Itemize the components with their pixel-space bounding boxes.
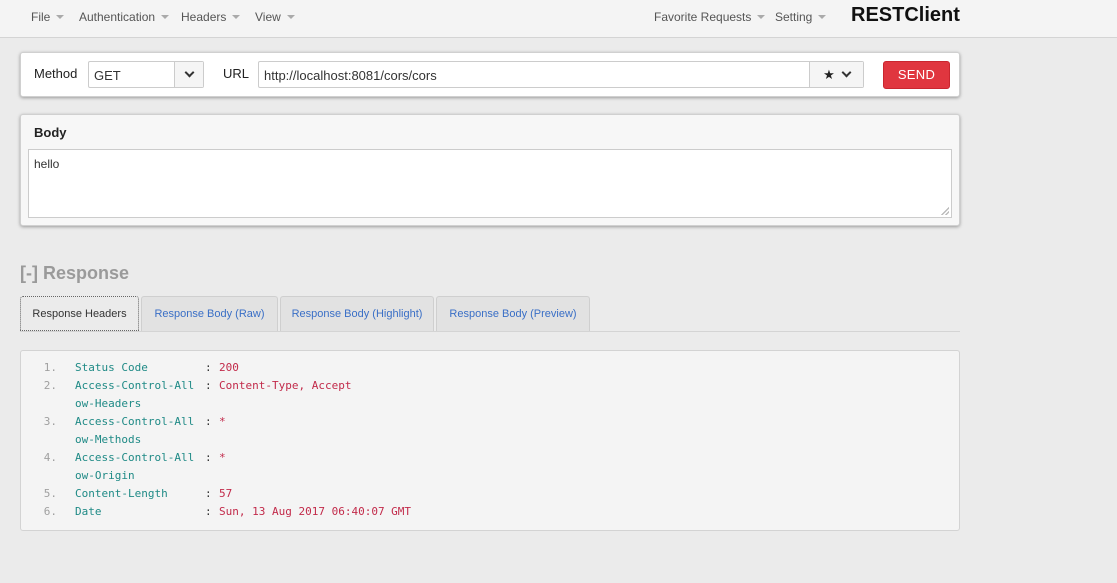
- url-label: URL: [223, 66, 250, 81]
- menu-favorite-requests[interactable]: Favorite Requests: [654, 10, 766, 24]
- body-textarea[interactable]: hello: [28, 149, 952, 218]
- menu-view-label: View: [255, 10, 281, 24]
- body-title: Body: [34, 125, 67, 140]
- header-line: 1. Status Code : 200: [21, 361, 959, 379]
- tab-response-body-highlight[interactable]: Response Body (Highlight): [280, 296, 434, 331]
- header-key: Access-Control-All: [75, 415, 195, 428]
- method-select[interactable]: GET: [88, 61, 204, 88]
- caret-down-icon: [56, 15, 65, 19]
- menu-headers-label: Headers: [181, 10, 227, 24]
- body-value: hello: [34, 157, 60, 171]
- caret-down-icon: [757, 15, 766, 19]
- header-line-wrap: ow-Methods: [21, 433, 959, 451]
- caret-down-icon: [232, 15, 241, 19]
- star-icon[interactable]: ★: [823, 68, 835, 81]
- header-key: Status Code: [75, 361, 148, 374]
- header-line-wrap: ow-Headers: [21, 397, 959, 415]
- separator: :: [205, 361, 212, 374]
- caret-down-icon: [161, 15, 170, 19]
- separator: :: [205, 505, 212, 518]
- header-key: Access-Control-All: [75, 451, 195, 464]
- caret-down-icon: [286, 15, 295, 19]
- line-number: 5.: [43, 487, 57, 500]
- separator: :: [205, 379, 212, 392]
- brand-title[interactable]: RESTClient: [851, 4, 960, 27]
- header-value: *: [219, 415, 226, 428]
- header-key: Date: [75, 505, 102, 518]
- chevron-down-icon[interactable]: [841, 67, 852, 78]
- separator: :: [205, 415, 212, 428]
- header-line: 6. Date : Sun, 13 Aug 2017 06:40:07 GMT: [21, 505, 959, 523]
- resize-grip-icon[interactable]: [941, 207, 949, 215]
- header-value: Content-Type, Accept: [219, 379, 352, 392]
- menu-view[interactable]: View: [255, 10, 295, 24]
- url-value: http://localhost:8081/cors/cors: [264, 68, 437, 83]
- chevron-down-icon: [184, 67, 194, 78]
- response-toggle-title[interactable]: [-] Response: [20, 263, 129, 284]
- send-button[interactable]: SEND: [883, 61, 950, 89]
- method-dropdown-toggle[interactable]: [174, 62, 203, 87]
- header-value: Sun, 13 Aug 2017 06:40:07 GMT: [219, 505, 412, 518]
- menu-file[interactable]: File: [31, 10, 65, 24]
- menu-setting[interactable]: Setting: [775, 10, 827, 24]
- url-input[interactable]: http://localhost:8081/cors/cors ★: [258, 61, 864, 88]
- header-line-wrap: ow-Origin: [21, 469, 959, 487]
- header-value: 57: [219, 487, 233, 500]
- method-label: Method: [34, 66, 78, 81]
- tab-response-body-raw[interactable]: Response Body (Raw): [141, 296, 278, 331]
- response-headers-list: 1. Status Code : 200 2. Access-Control-A…: [20, 350, 960, 531]
- top-navbar: File Authentication Headers View Favorit…: [0, 0, 1117, 38]
- favorite-url-dropdown[interactable]: ★: [809, 62, 863, 87]
- header-line: 5. Content-Length : 57: [21, 487, 959, 505]
- caret-down-icon: [818, 15, 827, 19]
- method-value: GET: [94, 68, 121, 83]
- tab-response-body-preview[interactable]: Response Body (Preview): [436, 296, 590, 331]
- menu-file-label: File: [31, 10, 51, 24]
- menu-authentication[interactable]: Authentication: [79, 10, 170, 24]
- menu-headers[interactable]: Headers: [181, 10, 241, 24]
- response-tabs: Response Headers Response Body (Raw) Res…: [20, 296, 960, 332]
- line-number: 2.: [43, 379, 57, 392]
- separator: :: [205, 451, 212, 464]
- header-key-continuation: ow-Headers: [75, 397, 142, 410]
- line-number: 3.: [43, 415, 57, 428]
- header-line: 2. Access-Control-All : Content-Type, Ac…: [21, 379, 959, 397]
- menu-setting-label: Setting: [775, 10, 813, 24]
- menu-favorite-requests-label: Favorite Requests: [654, 10, 752, 24]
- body-panel: Body hello: [20, 114, 960, 226]
- header-key-continuation: ow-Methods: [75, 433, 142, 446]
- header-line: 4. Access-Control-All : *: [21, 451, 959, 469]
- header-key: Content-Length: [75, 487, 168, 500]
- header-key: Access-Control-All: [75, 379, 195, 392]
- line-number: 1.: [43, 361, 57, 374]
- request-panel: Method GET URL http://localhost:8081/cor…: [20, 52, 960, 97]
- line-number: 4.: [43, 451, 57, 464]
- separator: :: [205, 487, 212, 500]
- header-value: 200: [219, 361, 239, 374]
- line-number: 6.: [43, 505, 57, 518]
- header-line: 3. Access-Control-All : *: [21, 415, 959, 433]
- header-value: *: [219, 451, 226, 464]
- tab-response-headers[interactable]: Response Headers: [20, 296, 139, 331]
- header-key-continuation: ow-Origin: [75, 469, 135, 482]
- menu-authentication-label: Authentication: [79, 10, 156, 24]
